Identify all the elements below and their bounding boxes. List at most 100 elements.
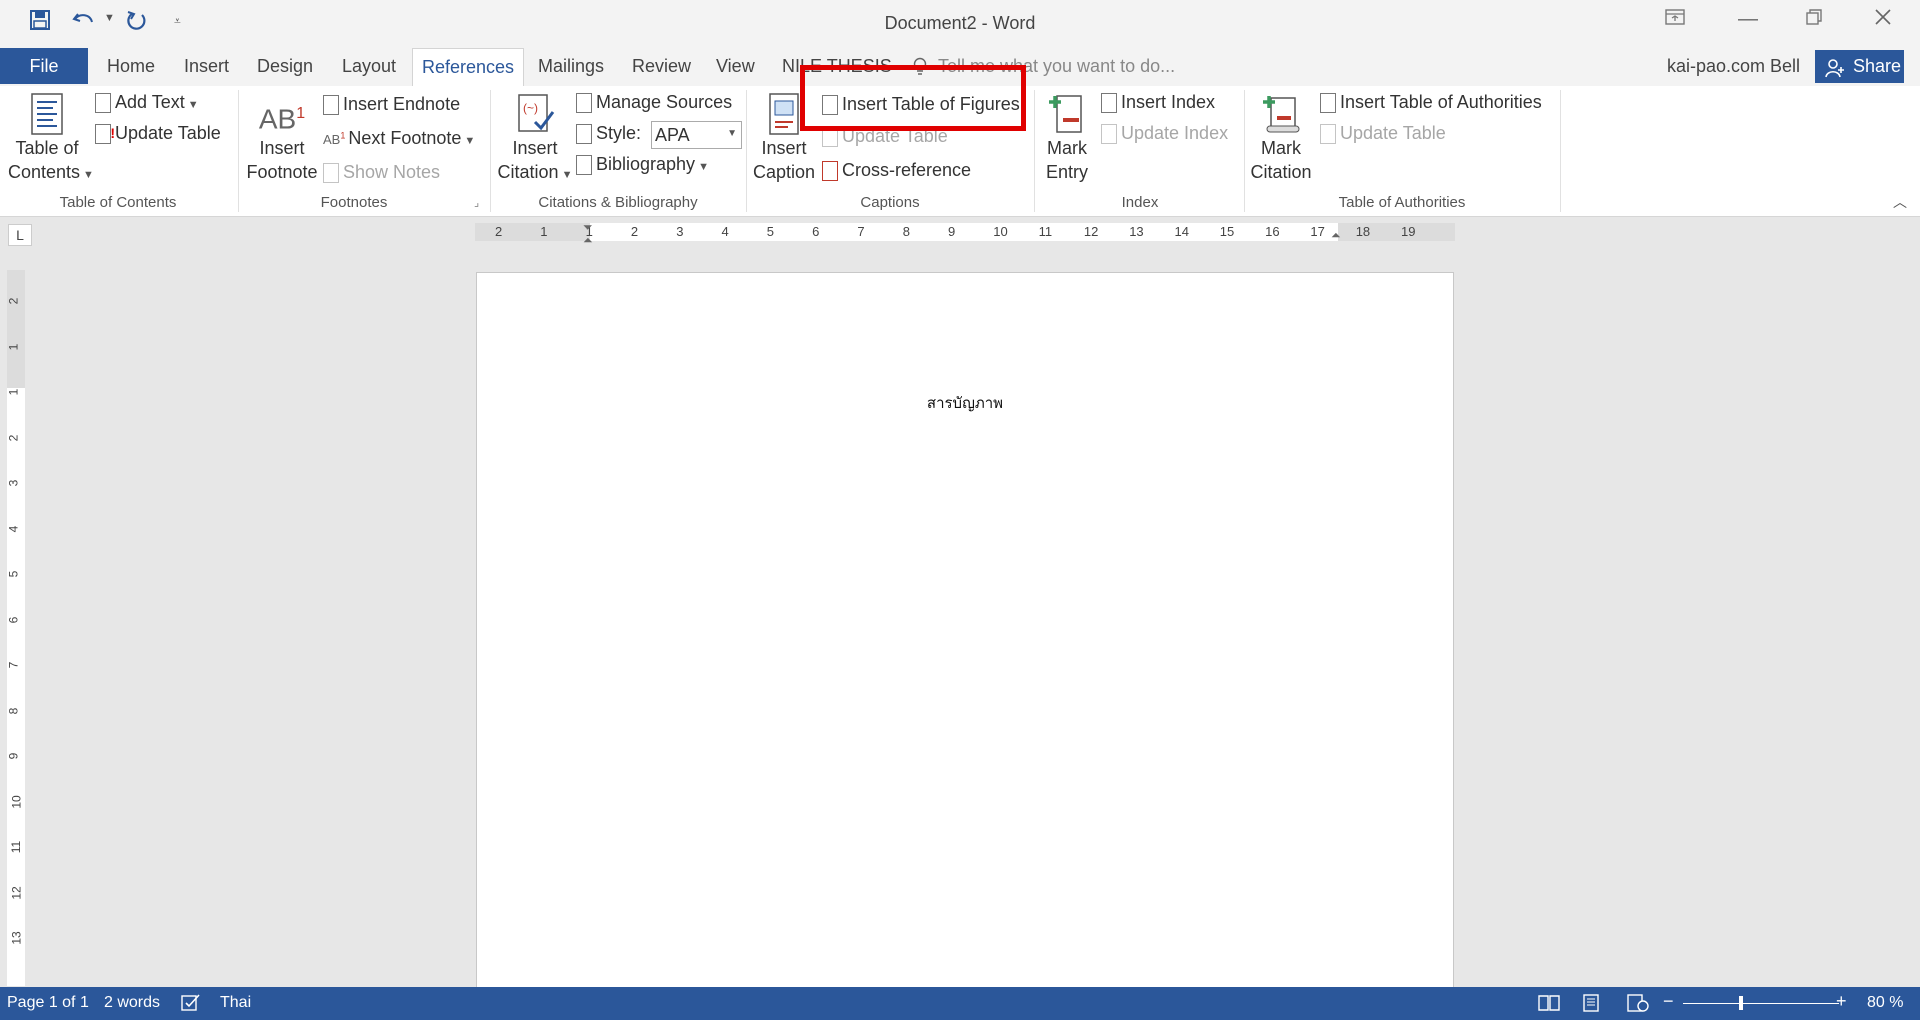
- share-button[interactable]: Share: [1815, 50, 1904, 83]
- title-bar: ▼ ⩡ Document2 - Word —: [0, 0, 1920, 48]
- ruler-tick-label: 9: [948, 224, 956, 239]
- ruler-tick-label: 2: [630, 224, 639, 239]
- table-of-contents-icon: [8, 92, 86, 136]
- tab-insert[interactable]: Insert: [184, 56, 229, 77]
- mark-entry-label-1: Mark: [1047, 138, 1087, 158]
- read-mode-icon[interactable]: [1538, 994, 1560, 1017]
- insert-index-button[interactable]: Insert Index: [1101, 92, 1215, 114]
- zoom-slider-thumb[interactable]: [1739, 996, 1743, 1010]
- language[interactable]: Thai: [220, 994, 251, 1012]
- mark-citation-label-1: Mark: [1261, 138, 1301, 158]
- insert-citation-label-2: Citation: [497, 162, 559, 182]
- ruler-tick-label: 9: [6, 752, 21, 760]
- user-name[interactable]: kai-pao.com Bell: [1667, 56, 1800, 77]
- insert-caption-label-1: Insert: [761, 138, 807, 158]
- person-icon: [1825, 56, 1845, 89]
- chevron-down-icon: ▼: [561, 169, 573, 181]
- ruler-tick-label: 1: [540, 224, 548, 239]
- cross-reference-button[interactable]: Cross-reference: [822, 160, 972, 182]
- tab-view[interactable]: View: [716, 56, 755, 77]
- page-count[interactable]: Page 1 of 1: [7, 994, 89, 1012]
- proofing-icon[interactable]: [181, 994, 201, 1017]
- tab-selector-icon[interactable]: L: [8, 224, 32, 246]
- window-title: Document2 - Word: [884, 13, 1036, 33]
- insert-caption-label-2: Caption: [752, 162, 816, 182]
- group-label-authorities: Table of Authorities: [1338, 194, 1466, 211]
- mark-entry-icon: [1036, 92, 1098, 136]
- horizontal-ruler[interactable]: 2 1 1 2 3 4 5 6 7 8 9 10 11 12 13 14 15 16 17 18 19 ⏷ ⏶ ⏶: [475, 220, 1455, 247]
- tab-home[interactable]: Home: [107, 56, 155, 77]
- insert-footnote-label-1: Insert: [259, 138, 305, 158]
- ribbon-display-icon[interactable]: [1665, 8, 1685, 31]
- group-separator: [1244, 90, 1245, 212]
- ruler-tick-label: 12: [9, 885, 24, 900]
- insert-citation-label-1: Insert: [512, 138, 558, 158]
- hanging-indent-icon[interactable]: ⏶: [583, 233, 593, 248]
- update-index-label: Update Index: [1121, 123, 1229, 143]
- table-of-contents-button[interactable]: Table of Contents ▼: [8, 92, 94, 187]
- insert-footnote-button[interactable]: AB1 Insert Footnote: [242, 92, 322, 184]
- insert-table-of-authorities-button[interactable]: Insert Table of Authorities: [1320, 92, 1542, 114]
- cross-reference-label: Cross-reference: [842, 160, 972, 180]
- ruler-tick-label: 2: [495, 224, 503, 239]
- group-separator: [1034, 90, 1035, 212]
- manage-sources-button[interactable]: Manage Sources: [576, 92, 732, 114]
- tab-layout[interactable]: Layout: [342, 56, 396, 77]
- group-separator: [746, 90, 747, 212]
- update-index-button[interactable]: Update Index: [1101, 123, 1229, 145]
- show-notes-icon: [323, 163, 339, 184]
- chevron-down-icon: ▼: [464, 135, 476, 147]
- insert-citation-button[interactable]: (~) Insert Citation ▼: [495, 92, 575, 187]
- ruler-tick-label: 1: [6, 388, 21, 396]
- ruler-tick-label: 10: [993, 224, 1008, 239]
- tab-mailings[interactable]: Mailings: [538, 56, 604, 77]
- mark-entry-button[interactable]: Mark Entry: [1036, 92, 1098, 184]
- ruler-top-margin: [7, 270, 25, 388]
- ruler-tick-label: 5: [766, 224, 775, 239]
- right-indent-icon[interactable]: ⏶: [1331, 228, 1341, 243]
- restore-icon[interactable]: [1805, 8, 1823, 32]
- ruler-tick-label: 8: [902, 224, 910, 239]
- zoom-level[interactable]: 80 %: [1867, 994, 1903, 1012]
- document-page[interactable]: สารบัญภาพ: [476, 272, 1454, 1004]
- tab-design[interactable]: Design: [257, 56, 313, 77]
- update-table-authorities-button[interactable]: Update Table: [1320, 123, 1446, 145]
- share-label: Share: [1853, 56, 1902, 76]
- show-notes-button[interactable]: Show Notes: [323, 162, 440, 184]
- ruler-tick-label: 2: [6, 434, 21, 441]
- word-count[interactable]: 2 words: [104, 994, 160, 1012]
- print-layout-icon[interactable]: [1582, 994, 1600, 1017]
- collapse-ribbon-icon[interactable]: ︿: [1893, 192, 1907, 212]
- tab-references[interactable]: References: [412, 48, 524, 86]
- mark-citation-icon: [1246, 92, 1316, 136]
- group-label-captions: Captions: [860, 194, 920, 211]
- next-footnote-button[interactable]: AB1 Next Footnote ▼: [323, 128, 475, 149]
- zoom-in-icon[interactable]: +: [1836, 991, 1847, 1012]
- add-text-label: Add Text: [115, 92, 185, 112]
- tab-file[interactable]: File: [0, 48, 88, 84]
- document-text[interactable]: สารบัญภาพ: [477, 391, 1453, 415]
- update-table-button[interactable]: ! Update Table: [95, 123, 221, 145]
- zoom-slider[interactable]: [1683, 996, 1839, 1010]
- insert-endnote-label: Insert Endnote: [343, 94, 461, 114]
- group-separator: [238, 90, 239, 212]
- dialog-launcher-icon[interactable]: ⌟: [474, 196, 479, 209]
- footnote-icon: AB1: [258, 103, 306, 135]
- style-icon: [576, 124, 592, 145]
- style-label: Style:: [596, 123, 642, 143]
- zoom-out-icon[interactable]: −: [1663, 991, 1674, 1012]
- tab-review[interactable]: Review: [632, 56, 691, 77]
- ruler-tick-label: 5: [6, 570, 21, 578]
- bibliography-button[interactable]: Bibliography ▼: [576, 154, 709, 176]
- update-table-label: Update Table: [1340, 123, 1446, 143]
- minimize-icon[interactable]: —: [1738, 8, 1758, 31]
- add-text-button[interactable]: Add Text ▼: [95, 92, 199, 114]
- style-dropdown[interactable]: APA ▼: [651, 121, 742, 149]
- insert-endnote-button[interactable]: Insert Endnote: [323, 94, 461, 116]
- vertical-ruler[interactable]: 2 1 1 2 3 4 5 6 7 8 9 10 11 12 13: [6, 270, 25, 986]
- mark-citation-button[interactable]: Mark Citation: [1246, 92, 1316, 184]
- chevron-down-icon: ▼: [187, 99, 199, 111]
- web-layout-icon[interactable]: [1627, 994, 1649, 1017]
- close-icon[interactable]: [1874, 8, 1892, 32]
- ruler-tick-label: 1: [6, 343, 21, 350]
